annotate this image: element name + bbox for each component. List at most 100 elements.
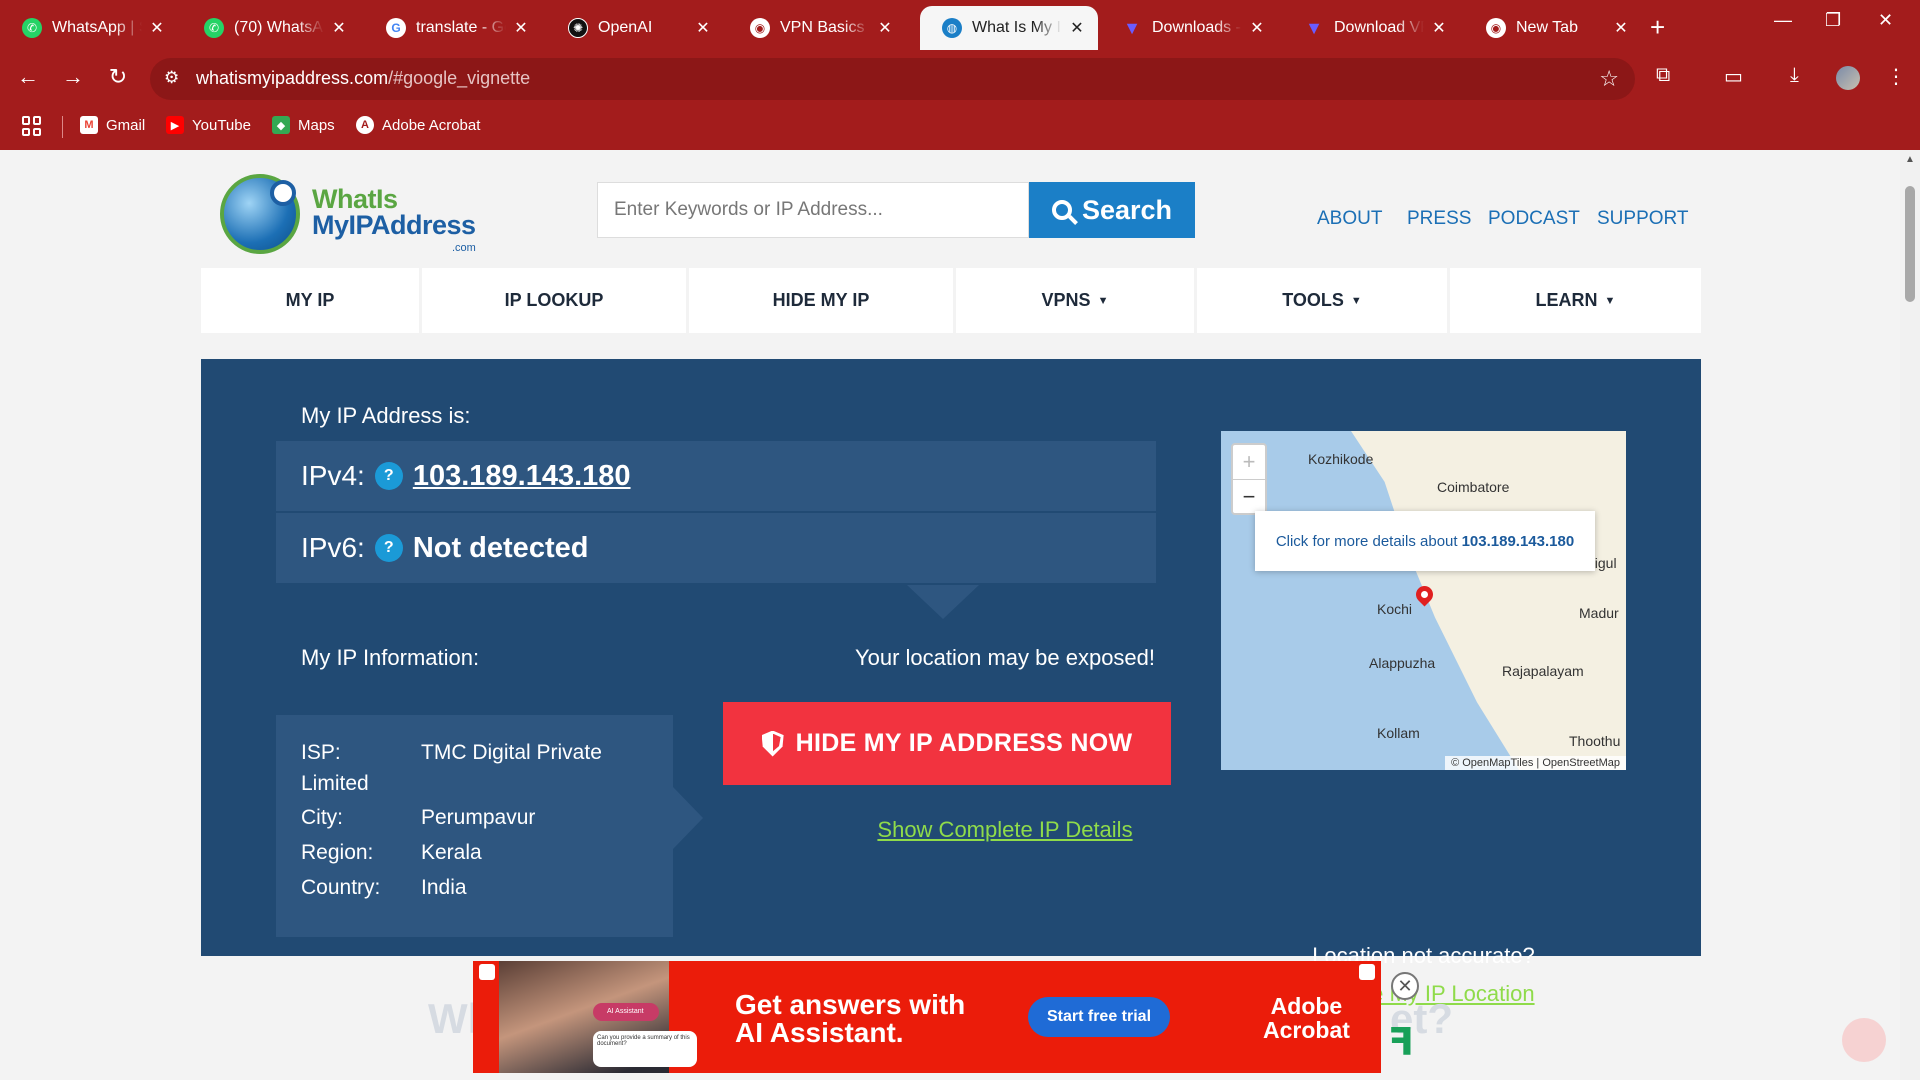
bookmark-adobe-acrobat[interactable]: A Adobe Acrobat: [356, 116, 480, 134]
tab-new-tab[interactable]: ◉ New Tab ✕: [1464, 6, 1642, 50]
exposed-warning: Your location may be exposed!: [854, 645, 1156, 670]
minimize-icon[interactable]: —: [1774, 10, 1792, 31]
map-attribution[interactable]: © OpenMapTiles | OpenStreetMap: [1445, 756, 1626, 770]
tab-what-is-my-ip[interactable]: ◍ What Is My IP ✕: [920, 6, 1098, 50]
chrome-icon: ◉: [1486, 18, 1506, 38]
tab-whatsapp-1[interactable]: ✆ WhatsApp | Se ✕: [0, 6, 178, 50]
ipv4-label: IPv4:: [301, 460, 365, 491]
tab-title: Download VPI: [1334, 19, 1424, 36]
tab-translate[interactable]: G translate - Go ✕: [364, 6, 542, 50]
scroll-thumb[interactable]: [1905, 186, 1915, 302]
gmail-icon: M: [80, 116, 98, 134]
tab-title: OpenAI: [598, 19, 653, 36]
map-popup[interactable]: Click for more details about 103.189.143…: [1255, 511, 1595, 571]
search-icon: [1051, 200, 1072, 220]
nav-label: HIDE MY IP: [772, 290, 870, 310]
back-icon[interactable]: ←: [13, 64, 43, 90]
ad-brand-2: Acrobat: [1263, 1017, 1350, 1043]
close-icon[interactable]: ✕: [512, 18, 530, 38]
ip-panel: My IP Address is: IPv4: ? 103.189.143.18…: [201, 359, 1701, 1006]
ipv4-value[interactable]: 103.189.143.180: [413, 460, 631, 493]
tab-title: New Tab: [1516, 19, 1578, 36]
nav-my-ip[interactable]: MY IP: [201, 268, 419, 333]
forward-icon[interactable]: →: [58, 64, 88, 90]
site-info-icon[interactable]: ⚙: [164, 68, 179, 88]
ad-close-button[interactable]: ✕: [1391, 972, 1419, 1000]
close-icon[interactable]: ✕: [1248, 18, 1266, 38]
bookmark-maps[interactable]: ◆ Maps: [272, 116, 335, 134]
search-button[interactable]: Search: [1029, 182, 1195, 238]
top-link-support[interactable]: SUPPORT: [1597, 208, 1689, 230]
popup-text: Click for more details about: [1275, 532, 1458, 550]
show-complete-details-link[interactable]: Show Complete IP Details: [795, 817, 1215, 843]
top-link-press[interactable]: PRESS: [1407, 208, 1471, 230]
ad-headline-1: Get answers with: [735, 989, 966, 1020]
tab-download-vpn[interactable]: ▼ Download VPI ✕: [1282, 6, 1460, 50]
chat-help-icon[interactable]: [1842, 1018, 1886, 1062]
address-bar[interactable]: ⚙ whatismyipaddress.com/#google_vignette…: [150, 58, 1635, 100]
close-icon[interactable]: ✕: [330, 18, 348, 38]
menu-icon[interactable]: ⋮: [1886, 64, 1906, 89]
nav-vpns[interactable]: VPNS ▼: [956, 268, 1194, 333]
map-zoom-control: + −: [1231, 443, 1267, 515]
ad-network-logo-icon[interactable]: ꟻ: [1388, 1020, 1414, 1065]
tab-vpn-basics[interactable]: ◉ VPN Basics Gu ✕: [728, 6, 906, 50]
nav-ip-lookup[interactable]: IP LOOKUP: [422, 268, 686, 333]
new-tab-button[interactable]: +: [1650, 12, 1665, 43]
bookmark-gmail[interactable]: M Gmail: [80, 116, 145, 134]
url-text[interactable]: whatismyipaddress.com/#google_vignette: [196, 68, 530, 89]
start-free-trial-button[interactable]: Start free trial: [1028, 997, 1170, 1037]
extensions-icon[interactable]: ⧉: [1656, 64, 1670, 87]
url-host: whatismyipaddress.com: [196, 68, 389, 88]
top-link-podcast[interactable]: PODCAST: [1488, 208, 1580, 230]
tab-openai[interactable]: ✺ OpenAI ✕: [546, 6, 724, 50]
search-input[interactable]: [597, 182, 1029, 238]
map-city: Alappuzha: [1369, 655, 1436, 671]
nav-hide-my-ip[interactable]: HIDE MY IP: [689, 268, 953, 333]
web-page: WhatIs MyIPAddress .com Search ABOUT PRE…: [0, 150, 1900, 1080]
tab-downloads[interactable]: ▼ Downloads - I ✕: [1100, 6, 1278, 50]
info-row-country: Country: India: [301, 872, 648, 903]
download-icon[interactable]: ⤓: [1790, 64, 1799, 87]
info-row-region: Region: Kerala: [301, 837, 648, 868]
url-path: /#google_vignette: [388, 68, 531, 88]
info-value: Perumpavur: [421, 806, 536, 829]
caret-down-icon: ▼: [1097, 294, 1109, 307]
adobe-ad-banner[interactable]: AI Assistant Can you provide a summary o…: [473, 961, 1381, 1073]
tab-title: What Is My IP: [972, 19, 1062, 36]
nav-learn[interactable]: LEARN ▼: [1450, 268, 1701, 333]
nav-label: MY IP: [285, 290, 335, 310]
info-key: Region:: [301, 841, 374, 864]
close-icon[interactable]: ✕: [1068, 18, 1086, 38]
close-icon[interactable]: ✕: [694, 18, 712, 38]
help-icon[interactable]: ?: [374, 534, 403, 562]
bookmark-youtube[interactable]: ▶ YouTube: [166, 116, 251, 134]
ad-choices-icon[interactable]: [1359, 964, 1375, 980]
window-close-icon[interactable]: ✕: [1878, 10, 1893, 31]
help-icon[interactable]: ?: [374, 462, 403, 490]
apps-grid-icon[interactable]: [22, 116, 42, 136]
restore-icon[interactable]: ❐: [1825, 10, 1841, 31]
nav-tools[interactable]: TOOLS ▼: [1197, 268, 1447, 333]
hide-my-ip-button[interactable]: HIDE MY IP ADDRESS NOW: [723, 702, 1171, 785]
reload-icon[interactable]: ↻: [103, 64, 133, 90]
close-icon[interactable]: ✕: [1430, 18, 1448, 38]
zoom-out-button[interactable]: −: [1233, 480, 1265, 515]
scroll-up-icon[interactable]: ▲: [1905, 154, 1915, 165]
map-city: Rajapalayam: [1502, 663, 1584, 679]
close-icon[interactable]: ✕: [876, 18, 894, 38]
site-logo[interactable]: WhatIs MyIPAddress .com: [220, 172, 480, 264]
caret-down-icon: ▼: [1604, 294, 1616, 307]
page-scrollbar[interactable]: ▲: [1900, 150, 1920, 1080]
location-map[interactable]: + − Kozhikode Coimbatore digul Kochi Mad…: [1221, 431, 1626, 770]
location-pin-icon: [270, 180, 296, 206]
zoom-in-button[interactable]: +: [1233, 445, 1265, 480]
tab-whatsapp-2[interactable]: ✆ (70) WhatsApp ✕: [182, 6, 360, 50]
profile-avatar[interactable]: [1836, 66, 1860, 90]
close-icon[interactable]: ✕: [1612, 18, 1630, 38]
close-icon[interactable]: ✕: [148, 18, 166, 38]
top-link-about[interactable]: ABOUT: [1317, 208, 1382, 230]
openai-icon: ✺: [568, 18, 588, 38]
bookmark-star-icon[interactable]: ☆: [1599, 66, 1619, 92]
cast-icon[interactable]: ▭: [1724, 64, 1743, 89]
